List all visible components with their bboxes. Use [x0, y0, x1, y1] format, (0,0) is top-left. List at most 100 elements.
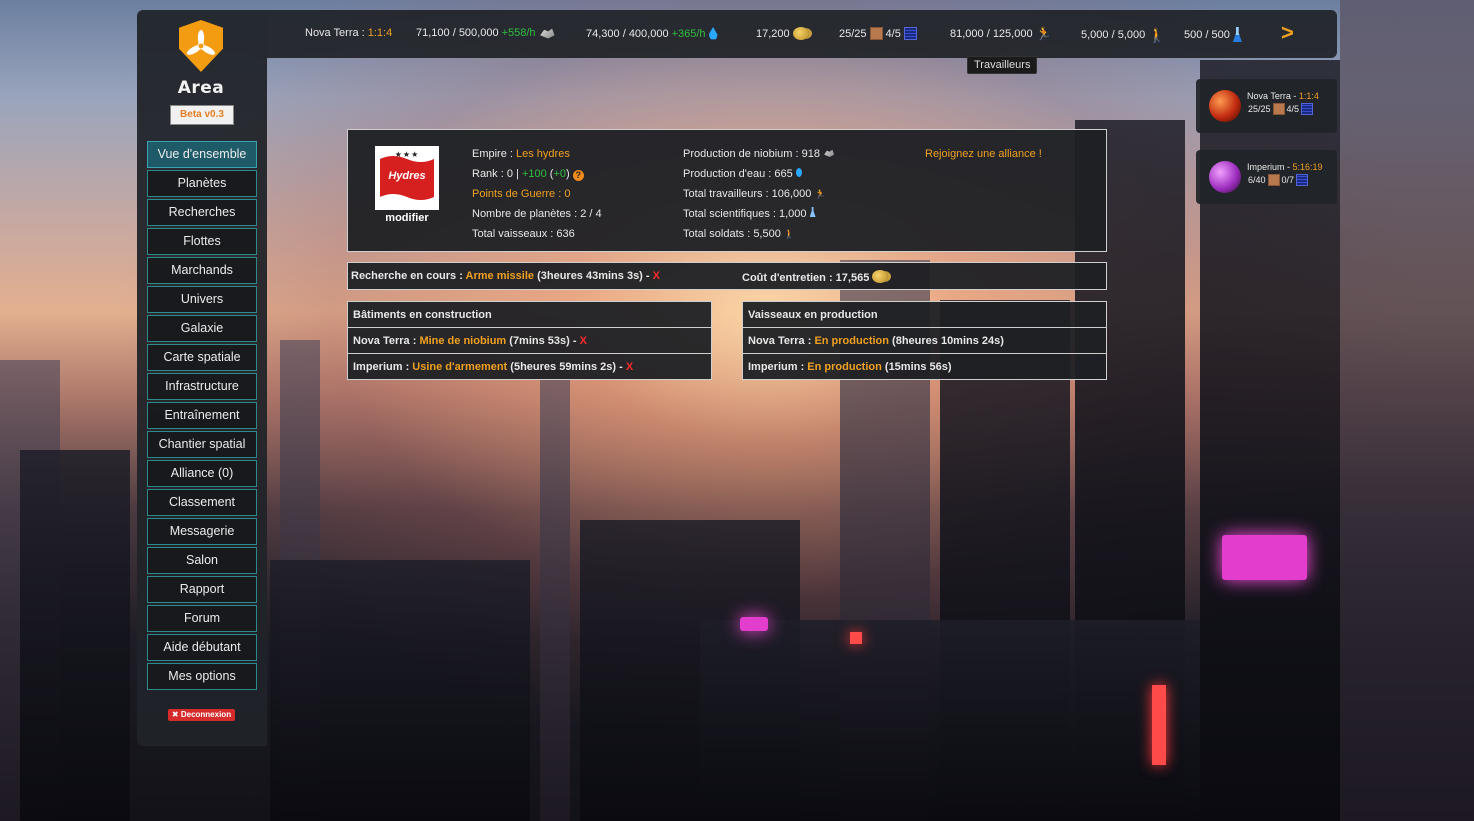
- nav-alliance[interactable]: Alliance (0): [147, 460, 257, 487]
- row-planet: Nova Terra :: [353, 335, 420, 347]
- rank-row: Rank : 0 | +100 (+0) ?: [472, 164, 602, 184]
- water-production: Production d'eau : 665: [683, 168, 793, 180]
- research-panel: Recherche en cours : Arme missile (3heur…: [347, 262, 1107, 290]
- sidebar: Area Beta v0.3 Vue d'ensemble Planètes R…: [137, 10, 267, 746]
- row-building[interactable]: Usine d'armement: [412, 361, 507, 373]
- flask-icon: [809, 207, 816, 217]
- table-header: Bâtiments en construction: [348, 302, 711, 328]
- soldiers-resource[interactable]: 5,000 / 5,000 🚶: [1081, 27, 1166, 43]
- empire-label: Empire :: [472, 148, 517, 160]
- water-rate: +365/h: [671, 27, 706, 40]
- help-question-icon[interactable]: ?: [572, 170, 584, 181]
- research-label: Recherche en cours :: [351, 270, 466, 282]
- planet-stats: 25/25 4/5: [1248, 103, 1314, 115]
- nav-galaxie[interactable]: Galaxie: [147, 315, 257, 342]
- row-planet: Nova Terra :: [748, 335, 815, 347]
- water-drop-icon: [708, 27, 718, 40]
- total-soldiers: Total soldats : 5,500: [683, 228, 781, 240]
- nav-univers[interactable]: Univers: [147, 286, 257, 313]
- water-drop-icon: [795, 168, 802, 177]
- niobium-production-row: Production de niobium : 918: [683, 144, 835, 164]
- nav-entrainement[interactable]: Entraînement: [147, 402, 257, 429]
- money-resource[interactable]: 17,200: [756, 27, 809, 40]
- next-arrow-button[interactable]: >: [1281, 20, 1294, 46]
- empire-name-row: Empire : Les hydres: [472, 144, 602, 164]
- planet-name-row: Imperium - 5:16:19: [1247, 162, 1323, 172]
- cancel-research-button[interactable]: X: [653, 270, 660, 282]
- rank-gain-extra: +0: [553, 168, 566, 180]
- version-badge: Beta v0.3: [170, 105, 234, 125]
- nav-forum[interactable]: Forum: [147, 605, 257, 632]
- sky-grid-icon: [1301, 103, 1314, 115]
- workers-resource[interactable]: 81,000 / 125,000 🏃: [950, 27, 1052, 41]
- table-row: Imperium : Usine d'armement (5heures 59m…: [348, 354, 711, 380]
- neon-light-decor: [1152, 685, 1166, 765]
- nav-rapport[interactable]: Rapport: [147, 576, 257, 603]
- sky-slots: 4/5: [1286, 104, 1300, 114]
- planet-slots-resource[interactable]: 25/25 4/5: [839, 27, 917, 40]
- row-production-link[interactable]: En production: [807, 361, 882, 373]
- research-name[interactable]: Arme missile: [466, 270, 534, 282]
- ground-crate-icon: [1267, 174, 1280, 186]
- area-logo[interactable]: Area: [171, 20, 231, 100]
- table-row: Nova Terra : Mine de niobium (7mins 53s)…: [348, 328, 711, 354]
- logout-button[interactable]: ✖ Deconnexion: [168, 709, 235, 721]
- workers-tooltip: Travailleurs: [967, 56, 1038, 74]
- nav-salon[interactable]: Salon: [147, 547, 257, 574]
- current-planet-label: Nova Terra :: [305, 27, 365, 39]
- niobium-icon: [540, 28, 555, 39]
- planet-count: Nombre de planètes : 2 / 4: [472, 208, 602, 220]
- nav-planetes[interactable]: Planètes: [147, 170, 257, 197]
- nav-messagerie[interactable]: Messagerie: [147, 518, 257, 545]
- workers-value: 81,000 / 125,000: [950, 28, 1033, 40]
- soldier-icon: 🚶: [1148, 27, 1166, 43]
- planet-info: 1:1:4: [1298, 91, 1319, 101]
- nav-recherches[interactable]: Recherches: [147, 199, 257, 226]
- resource-bar: Nova Terra : 1:1:4 71,100 / 500,000 +558…: [267, 10, 1337, 58]
- nav-infrastructure[interactable]: Infrastructure: [147, 373, 257, 400]
- ground-slots: 25/25: [1248, 104, 1271, 114]
- nav-classement[interactable]: Classement: [147, 489, 257, 516]
- niobium-production: Production de niobium : 918: [683, 148, 820, 160]
- nav-flottes[interactable]: Flottes: [147, 228, 257, 255]
- join-alliance-link[interactable]: Rejoignez une alliance !: [925, 144, 1042, 164]
- row-building[interactable]: Mine de niobium: [419, 335, 506, 347]
- research-time: (3heures 43mins 3s) -: [534, 270, 653, 282]
- sky-slots: 0/7: [1281, 175, 1295, 185]
- empire-flag[interactable]: ★★★ Hydres: [375, 146, 439, 210]
- flag-stars: ★★★: [394, 150, 420, 159]
- sky-grid-icon: [903, 27, 917, 40]
- planet-card-nova-terra[interactable]: Nova Terra - 1:1:4 25/25 4/5: [1196, 79, 1337, 133]
- nav-mes-options[interactable]: Mes options: [147, 663, 257, 690]
- sky-slots-value: 4/5: [885, 27, 901, 40]
- nav-marchands[interactable]: Marchands: [147, 257, 257, 284]
- nav-carte-spatiale[interactable]: Carte spatiale: [147, 344, 257, 371]
- current-planet-indicator[interactable]: Nova Terra : 1:1:4: [305, 27, 392, 39]
- flask-icon: [1232, 27, 1242, 42]
- planet-name: Nova Terra -: [1247, 91, 1299, 101]
- modify-flag-link[interactable]: modifier: [368, 212, 446, 224]
- ground-crate-icon: [869, 27, 883, 40]
- water-resource[interactable]: 74,300 / 400,000 +365/h: [586, 27, 718, 40]
- workers-total-row: Total travailleurs : 106,000 🏃: [683, 184, 834, 204]
- flag-text: Hydres: [388, 170, 426, 182]
- cancel-building-button[interactable]: X: [580, 335, 587, 347]
- soldiers-value: 5,000 / 5,000: [1081, 29, 1146, 41]
- scientists-resource[interactable]: 500 / 500: [1184, 27, 1242, 42]
- niobium-resource[interactable]: 71,100 / 500,000 +558/h: [416, 27, 555, 39]
- ground-crate-icon: [1272, 103, 1285, 115]
- current-research: Recherche en cours : Arme missile (3heur…: [351, 270, 660, 282]
- nav-chantier-spatial[interactable]: Chantier spatial: [147, 431, 257, 458]
- cancel-building-button[interactable]: X: [626, 361, 633, 373]
- planet-card-imperium[interactable]: Imperium - 5:16:19 6/40 0/7: [1196, 150, 1337, 204]
- planet-name-row: Nova Terra - 1:1:4: [1247, 91, 1319, 101]
- row-time: (8heures 10mins 24s): [888, 335, 1004, 347]
- fan-blade-icon: [186, 30, 216, 55]
- water-production-row: Production d'eau : 665: [683, 164, 834, 184]
- rank-label: Rank : 0 |: [472, 168, 522, 180]
- row-time: (7mins 53s) -: [506, 335, 580, 347]
- neon-light-decor: [850, 632, 862, 644]
- nav-vue-d-ensemble[interactable]: Vue d'ensemble: [147, 141, 257, 168]
- row-production-link[interactable]: En production: [814, 335, 889, 347]
- nav-aide-debutant[interactable]: Aide débutant: [147, 634, 257, 661]
